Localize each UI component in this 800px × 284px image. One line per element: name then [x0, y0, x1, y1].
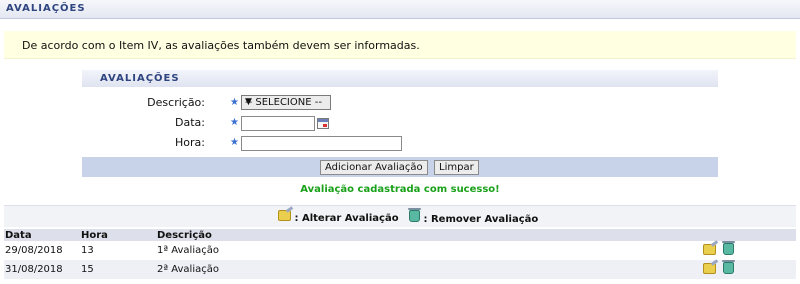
legend-remove-label: : Remover Avaliação [423, 214, 539, 225]
legend-edit: : Alterar Avaliação [278, 210, 399, 224]
table-row: 29/08/2018 13 1ª Avaliação [4, 241, 796, 260]
table-row: 31/08/2018 15 2ª Avaliação [4, 260, 796, 279]
add-evaluation-button[interactable]: Adicionar Avaliação [320, 160, 428, 175]
form-button-bar: Adicionar Avaliação Limpar [82, 157, 718, 177]
cell-data: 29/08/2018 [4, 241, 80, 260]
notice-text: De acordo com o Item IV, as avaliações t… [22, 39, 420, 52]
cell-hora: 15 [80, 260, 156, 279]
cell-hora: 13 [80, 241, 156, 260]
form-caption-title: AVALIAÇÕES [100, 73, 180, 84]
legend-edit-label: : Alterar Avaliação [294, 213, 399, 224]
edit-pencil-icon [278, 210, 291, 221]
data-input[interactable] [241, 116, 315, 131]
trash-icon[interactable] [722, 241, 735, 256]
cell-data: 31/08/2018 [4, 260, 80, 279]
legend-remove: : Remover Avaliação [408, 208, 539, 225]
info-notice: De acordo com o Item IV, as avaliações t… [4, 31, 796, 59]
action-legend: : Alterar Avaliação : Remover Avaliação [4, 205, 796, 227]
cell-actions [702, 260, 796, 279]
header-data: Data [4, 229, 80, 241]
cell-descricao: 1ª Avaliação [156, 241, 702, 260]
calendar-icon[interactable] [317, 118, 329, 129]
chevron-down-icon: ▼ [245, 97, 252, 107]
header-descricao: Descrição [156, 229, 702, 241]
evaluation-form: AVALIAÇÕES Descrição: ★ -- SELECIONE -- … [82, 70, 718, 177]
evaluations-table: Data Hora Descrição 29/08/2018 13 1ª Ava… [4, 229, 796, 279]
data-label: Data: [175, 116, 205, 129]
page-header: AVALIAÇÕES [0, 0, 800, 19]
required-star-icon: ★ [230, 117, 239, 128]
hora-input[interactable] [241, 136, 402, 151]
descricao-label: Descrição: [147, 96, 205, 109]
edit-pencil-icon[interactable] [703, 243, 716, 255]
header-hora: Hora [80, 229, 156, 241]
page-title: AVALIAÇÕES [6, 3, 86, 14]
edit-pencil-icon[interactable] [703, 262, 716, 274]
form-caption: AVALIAÇÕES [82, 70, 718, 87]
cell-actions [702, 241, 796, 260]
hora-label: Hora: [175, 136, 205, 149]
trash-icon[interactable] [722, 260, 735, 275]
required-star-icon: ★ [230, 97, 239, 108]
clear-button[interactable]: Limpar [434, 160, 479, 175]
trash-icon [408, 208, 421, 222]
descricao-select[interactable]: -- SELECIONE -- ▼ [241, 95, 331, 110]
cell-descricao: 2ª Avaliação [156, 260, 702, 279]
required-star-icon: ★ [230, 137, 239, 148]
success-message: Avaliação cadastrada com sucesso! [300, 184, 500, 195]
table-header-row: Data Hora Descrição [4, 229, 796, 241]
